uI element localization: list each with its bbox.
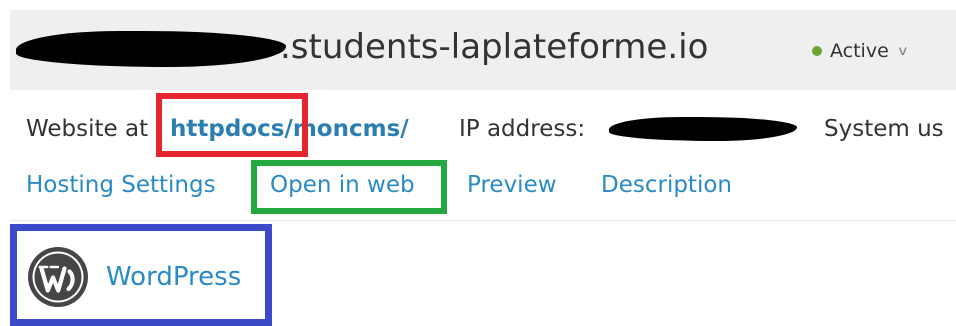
website-path-link[interactable]: httpdocs/moncms/: [170, 108, 409, 150]
wordpress-icon[interactable]: [27, 246, 89, 308]
chevron-down-icon: ∨: [896, 43, 909, 59]
domain-name: .students-laplateforme.io: [280, 27, 709, 67]
redacted-domain-prefix: [16, 31, 286, 67]
section-divider: [10, 220, 956, 221]
status-dropdown[interactable]: Active ∨: [812, 38, 909, 64]
status-dot-icon: [812, 46, 822, 56]
hosting-settings-link[interactable]: Hosting Settings: [26, 165, 216, 205]
open-in-web-link[interactable]: Open in web: [270, 165, 415, 205]
system-user-label: System us: [824, 116, 944, 142]
preview-link[interactable]: Preview: [467, 165, 557, 205]
subscription-header: .students-laplateforme.io Active ∨: [10, 10, 956, 90]
ip-address-label: IP address:: [459, 116, 586, 142]
status-label: Active: [830, 40, 889, 62]
website-label: Website at: [26, 116, 149, 142]
description-link[interactable]: Description: [601, 165, 732, 205]
wordpress-app-link[interactable]: WordPress: [106, 257, 241, 297]
redacted-ip-address: [609, 117, 797, 141]
site-info-row: Website at httpdocs/moncms/ IP address: …: [26, 108, 956, 150]
